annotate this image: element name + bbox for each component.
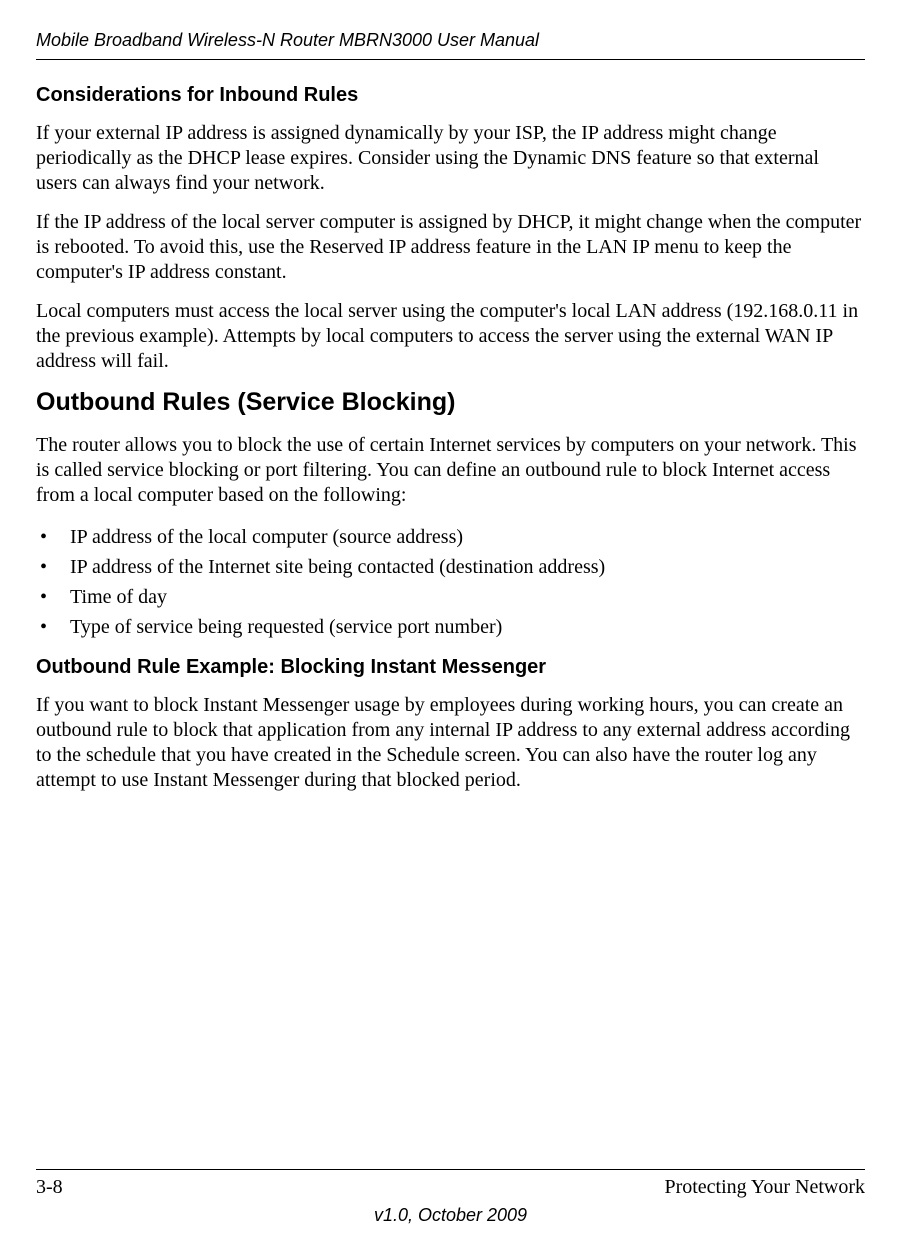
paragraph: If the IP address of the local server co… — [36, 210, 865, 285]
footer-top-row: 3-8 Protecting Your Network — [36, 1176, 865, 1199]
paragraph: If you want to block Instant Messenger u… — [36, 693, 865, 793]
page-content: Considerations for Inbound Rules If your… — [36, 84, 865, 1169]
list-item: IP address of the local computer (source… — [36, 522, 865, 552]
list-item: Time of day — [36, 582, 865, 612]
paragraph: If your external IP address is assigned … — [36, 121, 865, 196]
section-heading-outbound-rules: Outbound Rules (Service Blocking) — [36, 388, 865, 417]
section-heading-outbound-example: Outbound Rule Example: Blocking Instant … — [36, 656, 865, 679]
page-footer: 3-8 Protecting Your Network v1.0, Octobe… — [36, 1169, 865, 1226]
header-title: Mobile Broadband Wireless-N Router MBRN3… — [36, 30, 539, 50]
page-number: 3-8 — [36, 1176, 63, 1199]
list-item: Type of service being requested (service… — [36, 612, 865, 642]
paragraph: Local computers must access the local se… — [36, 299, 865, 374]
document-header: Mobile Broadband Wireless-N Router MBRN3… — [36, 30, 865, 60]
paragraph: The router allows you to block the use o… — [36, 433, 865, 508]
list-item: IP address of the Internet site being co… — [36, 552, 865, 582]
footer-version: v1.0, October 2009 — [36, 1205, 865, 1226]
bullet-list: IP address of the local computer (source… — [36, 522, 865, 642]
section-heading-considerations: Considerations for Inbound Rules — [36, 84, 865, 107]
chapter-title: Protecting Your Network — [664, 1176, 865, 1199]
